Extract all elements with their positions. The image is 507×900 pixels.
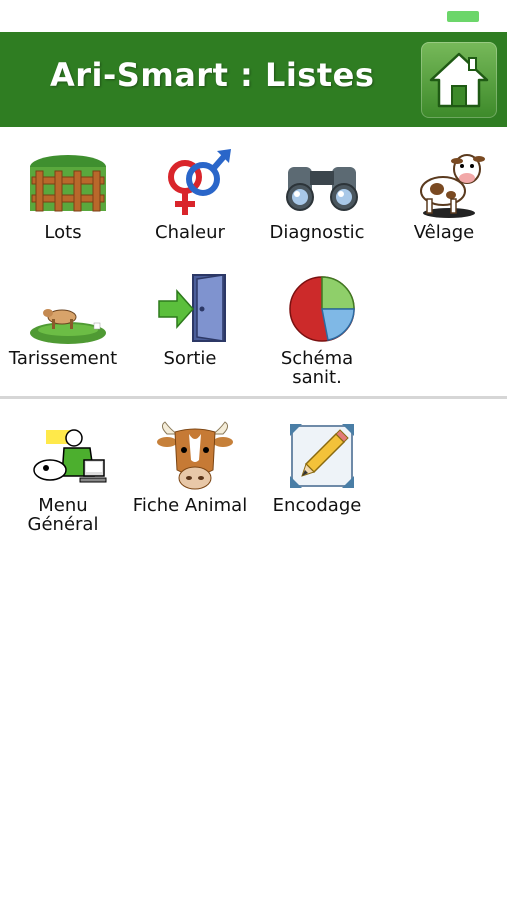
list-tarissement-label: Tarissement bbox=[8, 348, 118, 369]
encodage-label: Encodage bbox=[272, 495, 362, 516]
list-lots[interactable]: Lots bbox=[0, 127, 126, 247]
cow-head-icon bbox=[157, 421, 233, 490]
page-title: Ari-Smart : Listes bbox=[50, 56, 375, 94]
fiche-animal[interactable]: Fiche Animal bbox=[127, 400, 253, 520]
battery-icon bbox=[447, 11, 479, 22]
list-schema-sanit[interactable]: Schéma sanit. bbox=[254, 253, 380, 387]
farmer-computer-icon bbox=[33, 429, 107, 483]
list-velage-label: Vêlage bbox=[413, 222, 475, 243]
list-sortie-label: Sortie bbox=[163, 348, 217, 369]
list-sortie[interactable]: Sortie bbox=[127, 253, 253, 373]
pie-chart-icon bbox=[289, 276, 355, 342]
pencil-edit-icon bbox=[290, 424, 354, 488]
status-bar bbox=[0, 0, 507, 32]
list-chaleur[interactable]: Chaleur bbox=[127, 127, 253, 247]
encodage[interactable]: Encodage bbox=[254, 400, 380, 520]
list-diagnostic[interactable]: Diagnostic bbox=[254, 127, 380, 247]
list-diagnostic-label: Diagnostic bbox=[269, 222, 365, 243]
calf-icon bbox=[420, 154, 485, 218]
list-tarissement[interactable]: Tarissement bbox=[0, 253, 126, 373]
exit-door-icon bbox=[158, 274, 226, 342]
menu-general-label: Menu Général bbox=[27, 495, 99, 535]
list-schema-sanit-label: Schéma sanit. bbox=[280, 348, 354, 388]
list-lots-label: Lots bbox=[44, 222, 82, 243]
fence-icon bbox=[30, 155, 106, 212]
binoculars-icon bbox=[286, 167, 358, 211]
home-icon bbox=[429, 52, 489, 108]
gender-symbols-icon bbox=[168, 149, 231, 215]
menu-general[interactable]: Menu Général bbox=[0, 400, 126, 534]
section-divider bbox=[0, 396, 507, 399]
fiche-animal-label: Fiche Animal bbox=[132, 495, 248, 516]
app-header: Ari-Smart : Listes bbox=[0, 32, 507, 127]
list-chaleur-label: Chaleur bbox=[155, 222, 225, 243]
home-button[interactable] bbox=[421, 42, 497, 118]
cow-pasture-icon bbox=[30, 309, 106, 344]
list-velage[interactable]: Vêlage bbox=[381, 127, 507, 247]
